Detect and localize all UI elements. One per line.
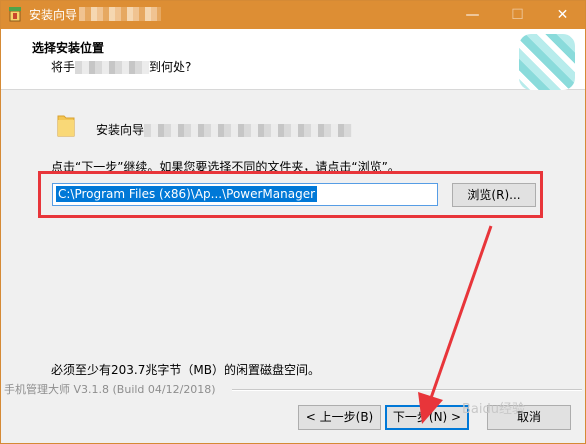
brand-version: 手机管理大师 V3.1.8 (Build 04/12/2018)	[4, 383, 216, 396]
close-button[interactable]: ✕	[540, 1, 585, 29]
title-redacted	[79, 7, 161, 21]
maximize-button[interactable]: ☐	[495, 1, 540, 29]
folder-label-prefix: 安装向导	[96, 123, 145, 137]
folder-label: 安装向导	[96, 121, 353, 138]
footer-separator	[232, 389, 582, 391]
folder-label-redacted	[144, 124, 353, 137]
subtitle-redacted	[75, 61, 150, 74]
back-button[interactable]: < 上一步(B)	[298, 405, 381, 430]
wizard-header: 选择安装位置 将手 到何处?	[1, 29, 585, 90]
installer-icon	[9, 7, 21, 22]
browse-button[interactable]: 浏览(R)...	[452, 183, 536, 207]
folder-icon	[57, 115, 75, 137]
subtitle-suffix: 到何处?	[149, 60, 192, 74]
install-path-value: C:\Program Files (x86)\Ap...\PowerManage…	[56, 186, 318, 202]
install-path-input[interactable]: C:\Program Files (x86)\Ap...\PowerManage…	[52, 183, 438, 206]
watermark-text: Baidu经验	[462, 402, 525, 417]
page-title: 选择安装位置	[32, 41, 105, 55]
title-bar[interactable]: 安装向导 — ☐ ✕	[1, 1, 585, 29]
window-title: 安装向导	[29, 8, 78, 22]
page-subtitle: 将手 到何处?	[51, 58, 191, 75]
installer-window: 安装向导 — ☐ ✕ 选择安装位置 将手 到何处? 安装向导 点击“下一步”继续。…	[0, 0, 586, 444]
app-logo	[519, 34, 575, 90]
minimize-button[interactable]: —	[450, 1, 495, 29]
subtitle-prefix: 将手	[51, 60, 76, 74]
next-button[interactable]: 下一步(N) >	[385, 405, 469, 430]
disk-space-text: 必须至少有203.7兆字节（MB）的闲置磁盘空间。	[51, 363, 320, 377]
